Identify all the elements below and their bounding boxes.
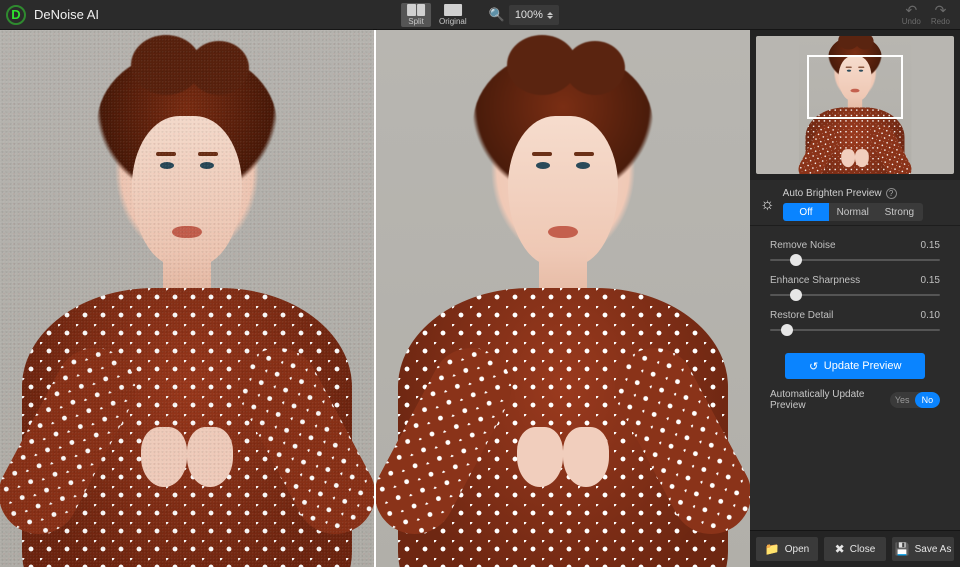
enhance-sharpness-label: Enhance Sharpness (770, 275, 860, 286)
brighten-strong-button[interactable]: Strong (876, 203, 923, 221)
auto-update-no[interactable]: No (915, 392, 940, 408)
zoom-control: 🔍 100% (489, 5, 559, 25)
preview-after-pane (376, 30, 750, 567)
sliders-section: Remove Noise 0.15 Enhance Sharpness 0.15 (750, 225, 960, 417)
save-icon: 💾 (895, 542, 910, 556)
panel-spacer (750, 417, 960, 530)
magnifier-icon: 🔍 (489, 7, 505, 23)
view-split-label: Split (408, 17, 424, 26)
redo-icon: ↷ (935, 3, 947, 17)
auto-update-label: Automatically Update Preview (770, 389, 890, 411)
auto-brighten-segment: Off Normal Strong (783, 203, 923, 221)
update-preview-button[interactable]: ↻ Update Preview (785, 353, 925, 379)
restore-detail-thumb[interactable] (781, 324, 793, 336)
save-as-button[interactable]: 💾 Save As (892, 537, 954, 561)
help-icon[interactable]: ? (886, 188, 897, 199)
enhance-sharpness-thumb[interactable] (790, 289, 802, 301)
view-mode-group: Split Original 🔍 100% (401, 0, 559, 30)
close-label: Close (850, 544, 876, 555)
brighten-normal-button[interactable]: Normal (829, 203, 876, 221)
panel-footer: 📁 Open ✖ Close 💾 Save As (750, 530, 960, 567)
undo-label: Undo (902, 17, 921, 26)
view-split-button[interactable]: Split (401, 3, 431, 27)
main-area: ☼ Auto Brighten Preview ? Off Normal Str… (0, 30, 960, 567)
folder-icon: 📁 (765, 542, 780, 556)
redo-label: Redo (931, 17, 950, 26)
restore-detail-label: Restore Detail (770, 310, 833, 321)
restore-detail-slider: Restore Detail 0.10 (760, 304, 950, 339)
auto-brighten-section: ☼ Auto Brighten Preview ? Off Normal Str… (750, 180, 960, 225)
close-button[interactable]: ✖ Close (824, 537, 886, 561)
top-toolbar: D DeNoise AI Split Original 🔍 100% ↶ Und… (0, 0, 960, 30)
zoom-field[interactable]: 100% (509, 5, 559, 25)
remove-noise-slider: Remove Noise 0.15 (760, 234, 950, 269)
remove-noise-value: 0.15 (921, 240, 940, 251)
sun-icon: ☼ (760, 196, 775, 214)
brighten-off-button[interactable]: Off (783, 203, 830, 221)
enhance-sharpness-slider: Enhance Sharpness 0.15 (760, 269, 950, 304)
auto-brighten-label: Auto Brighten Preview (783, 188, 882, 199)
redo-button[interactable]: ↷ Redo (931, 3, 950, 26)
auto-update-yes[interactable]: Yes (890, 392, 915, 408)
open-label: Open (785, 544, 809, 555)
auto-update-row: Automatically Update Preview Yes No (760, 387, 950, 413)
preview-before-pane (0, 30, 374, 567)
restore-detail-value: 0.10 (921, 310, 940, 321)
enhance-sharpness-track[interactable] (770, 288, 940, 302)
remove-noise-thumb[interactable] (790, 254, 802, 266)
split-view-icon (407, 4, 425, 16)
navigator-crop-rect[interactable] (807, 55, 902, 118)
app-title: DeNoise AI (34, 7, 99, 22)
zoom-spinner-icon[interactable] (547, 12, 553, 19)
enhance-sharpness-value: 0.15 (921, 275, 940, 286)
original-view-icon (444, 4, 462, 16)
view-original-button[interactable]: Original (435, 3, 471, 27)
update-preview-label: Update Preview (824, 360, 902, 372)
preview-canvas[interactable] (0, 30, 750, 567)
save-as-label: Save As (915, 544, 952, 555)
view-original-label: Original (439, 17, 467, 26)
close-icon: ✖ (835, 542, 845, 556)
open-button[interactable]: 📁 Open (756, 537, 818, 561)
zoom-value: 100% (515, 9, 543, 21)
auto-update-toggle[interactable]: Yes No (890, 392, 940, 408)
undo-icon: ↶ (905, 3, 917, 17)
history-group: ↶ Undo ↷ Redo (902, 3, 954, 26)
app-logo: D (6, 5, 26, 25)
restore-detail-track[interactable] (770, 323, 940, 337)
control-panel: ☼ Auto Brighten Preview ? Off Normal Str… (750, 30, 960, 567)
remove-noise-track[interactable] (770, 253, 940, 267)
remove-noise-label: Remove Noise (770, 240, 836, 251)
refresh-icon: ↻ (809, 360, 818, 373)
navigator-thumbnail[interactable] (750, 30, 960, 180)
undo-button[interactable]: ↶ Undo (902, 3, 921, 26)
